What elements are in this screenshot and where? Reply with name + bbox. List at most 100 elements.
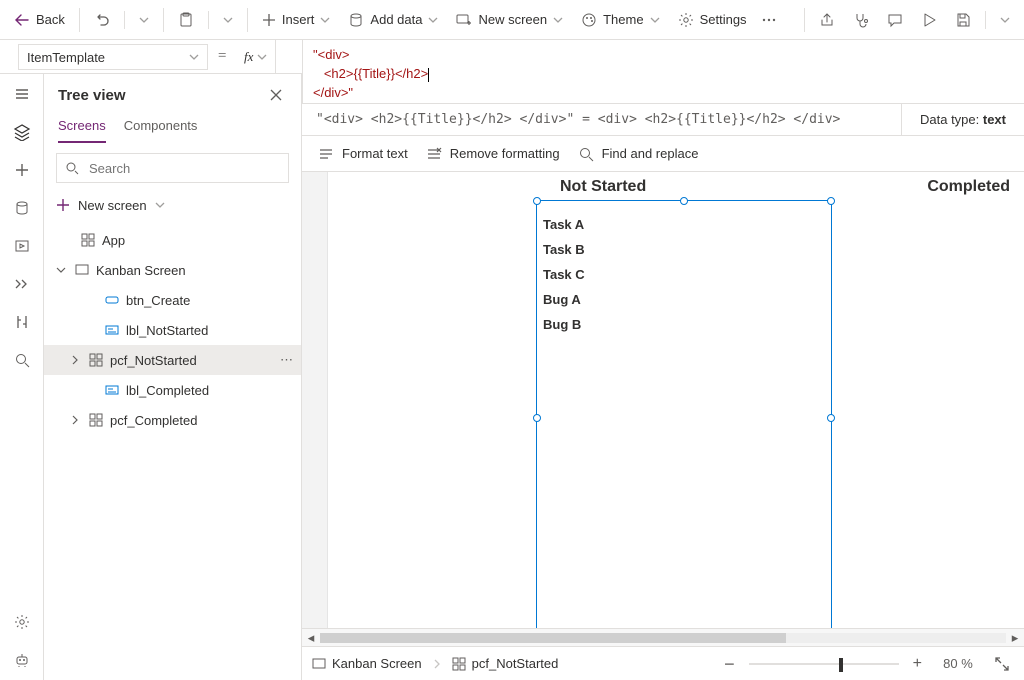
scroll-thumb[interactable] bbox=[320, 633, 786, 643]
task-item: Task A bbox=[543, 217, 585, 232]
scroll-left-button[interactable]: ◂ bbox=[302, 630, 320, 646]
remove-formatting-button[interactable]: Remove formatting bbox=[426, 146, 560, 162]
zoom-slider[interactable] bbox=[749, 663, 899, 665]
tree-list: App Kanban Screen btn_Create lbl_NotStar… bbox=[44, 225, 301, 680]
remove-format-icon bbox=[426, 146, 442, 162]
overflow-button[interactable] bbox=[757, 4, 781, 36]
breadcrumb-screen[interactable]: Kanban Screen bbox=[312, 656, 422, 671]
chevron-down-icon bbox=[553, 15, 563, 25]
tree-node-pcf-notstarted[interactable]: pcf_NotStarted ⋯ bbox=[44, 345, 301, 375]
tree-node-kanban-screen[interactable]: Kanban Screen bbox=[44, 255, 301, 285]
code-token: <div> bbox=[318, 47, 350, 62]
code-token: </div> bbox=[313, 85, 348, 100]
undo-button[interactable] bbox=[86, 4, 118, 36]
canvas-area[interactable]: Not Started Completed Task A Task bbox=[302, 172, 1024, 646]
property-selector[interactable]: ItemTemplate bbox=[18, 44, 208, 70]
plus-icon bbox=[262, 13, 276, 27]
tree-search[interactable] bbox=[56, 153, 289, 183]
chevron-down-icon bbox=[56, 265, 66, 275]
task-item: Task B bbox=[543, 242, 585, 257]
zoom-in-button[interactable]: + bbox=[909, 653, 926, 675]
settings-button[interactable]: Settings bbox=[670, 4, 755, 36]
share-button[interactable] bbox=[811, 4, 843, 36]
rail-hamburger-button[interactable] bbox=[12, 84, 32, 104]
code-token: {{Title}} bbox=[354, 66, 395, 81]
code-token bbox=[313, 66, 324, 81]
tree-view-title: Tree view bbox=[58, 87, 126, 104]
fit-to-window-button[interactable] bbox=[990, 652, 1014, 676]
rail-tree-button[interactable] bbox=[12, 122, 32, 142]
comments-button[interactable] bbox=[879, 4, 911, 36]
component-icon bbox=[89, 413, 103, 427]
zoom-out-button[interactable]: − bbox=[720, 653, 739, 675]
rail-tools-button[interactable] bbox=[12, 312, 32, 332]
share-icon bbox=[819, 12, 835, 28]
resize-handle[interactable] bbox=[533, 414, 541, 422]
resize-handle[interactable] bbox=[533, 197, 541, 205]
theme-button[interactable]: Theme bbox=[573, 4, 667, 36]
breadcrumb-control[interactable]: pcf_NotStarted bbox=[452, 656, 559, 671]
resize-handle[interactable] bbox=[827, 414, 835, 422]
rail-search-button[interactable] bbox=[12, 350, 32, 370]
flow-icon bbox=[14, 276, 30, 292]
save-button[interactable] bbox=[947, 4, 979, 36]
code-token: " bbox=[348, 85, 353, 100]
preview-button[interactable] bbox=[913, 4, 945, 36]
task-list: Task A Task B Task C Bug A Bug B bbox=[543, 217, 585, 332]
tree-node-label: pcf_Completed bbox=[110, 413, 293, 428]
new-screen-button[interactable]: New screen bbox=[448, 4, 571, 36]
chevron-right-icon bbox=[70, 415, 80, 425]
rail-settings-button[interactable] bbox=[12, 612, 32, 632]
database-icon bbox=[14, 200, 30, 216]
scroll-track[interactable] bbox=[320, 633, 1006, 643]
screen-plus-icon bbox=[456, 12, 472, 28]
tree-node-btn-create[interactable]: btn_Create bbox=[44, 285, 301, 315]
tree-node-app[interactable]: App bbox=[44, 225, 301, 255]
chevron-right-icon bbox=[432, 659, 442, 669]
tab-screens[interactable]: Screens bbox=[58, 110, 106, 143]
save-more-button[interactable] bbox=[992, 4, 1018, 36]
tree-search-input[interactable] bbox=[87, 160, 280, 177]
app-canvas[interactable]: Not Started Completed Task A Task bbox=[328, 172, 1024, 628]
stethoscope-icon bbox=[853, 12, 869, 28]
selection-outline[interactable]: Task A Task B Task C Bug A Bug B bbox=[536, 200, 832, 636]
tree-node-more-button[interactable]: ⋯ bbox=[280, 352, 293, 368]
resize-handle[interactable] bbox=[827, 197, 835, 205]
fx-button[interactable]: fx bbox=[236, 40, 276, 73]
undo-more-button[interactable] bbox=[131, 4, 157, 36]
rail-data-button[interactable] bbox=[12, 198, 32, 218]
tree-tabs: Screens Components bbox=[44, 110, 301, 143]
rail-insert-button[interactable] bbox=[12, 160, 32, 180]
horizontal-scrollbar[interactable]: ◂ ▸ bbox=[302, 628, 1024, 646]
hamburger-icon bbox=[14, 86, 30, 102]
arrow-left-icon bbox=[14, 12, 30, 28]
tree-node-lbl-notstarted[interactable]: lbl_NotStarted bbox=[44, 315, 301, 345]
clipboard-icon bbox=[178, 12, 194, 28]
tree-node-lbl-completed[interactable]: lbl_Completed bbox=[44, 375, 301, 405]
command-bar: Back Insert Add data New screen Theme Se… bbox=[0, 0, 1024, 40]
tree-node-pcf-completed[interactable]: pcf_Completed bbox=[44, 405, 301, 435]
scroll-right-button[interactable]: ▸ bbox=[1006, 630, 1024, 646]
insert-button[interactable]: Insert bbox=[254, 4, 339, 36]
tab-components[interactable]: Components bbox=[124, 110, 198, 143]
resize-handle[interactable] bbox=[680, 197, 688, 205]
rail-flows-button[interactable] bbox=[12, 274, 32, 294]
formula-editor[interactable]: "<div> <h2>{{Title}}</h2> </div>" bbox=[302, 40, 1024, 109]
rail-media-button[interactable] bbox=[12, 236, 32, 256]
rail-virtual-agent-button[interactable] bbox=[12, 650, 32, 670]
formula-evaluation: "<div> <h2>{{Title}}</h2> </div>" = <div… bbox=[302, 104, 902, 135]
format-text-button[interactable]: Format text bbox=[318, 146, 408, 162]
zoom-thumb[interactable] bbox=[839, 658, 843, 672]
tree-close-button[interactable] bbox=[265, 84, 287, 106]
chevron-down-icon bbox=[428, 15, 438, 25]
screen-icon bbox=[75, 263, 89, 277]
back-button[interactable]: Back bbox=[6, 4, 73, 36]
label-icon bbox=[105, 323, 119, 337]
paste-button[interactable] bbox=[170, 4, 202, 36]
close-icon bbox=[269, 88, 283, 102]
tree-new-screen-button[interactable]: New screen bbox=[56, 191, 289, 219]
paste-more-button[interactable] bbox=[215, 4, 241, 36]
add-data-button[interactable]: Add data bbox=[340, 4, 446, 36]
app-checker-button[interactable] bbox=[845, 4, 877, 36]
find-replace-button[interactable]: Find and replace bbox=[578, 146, 699, 162]
